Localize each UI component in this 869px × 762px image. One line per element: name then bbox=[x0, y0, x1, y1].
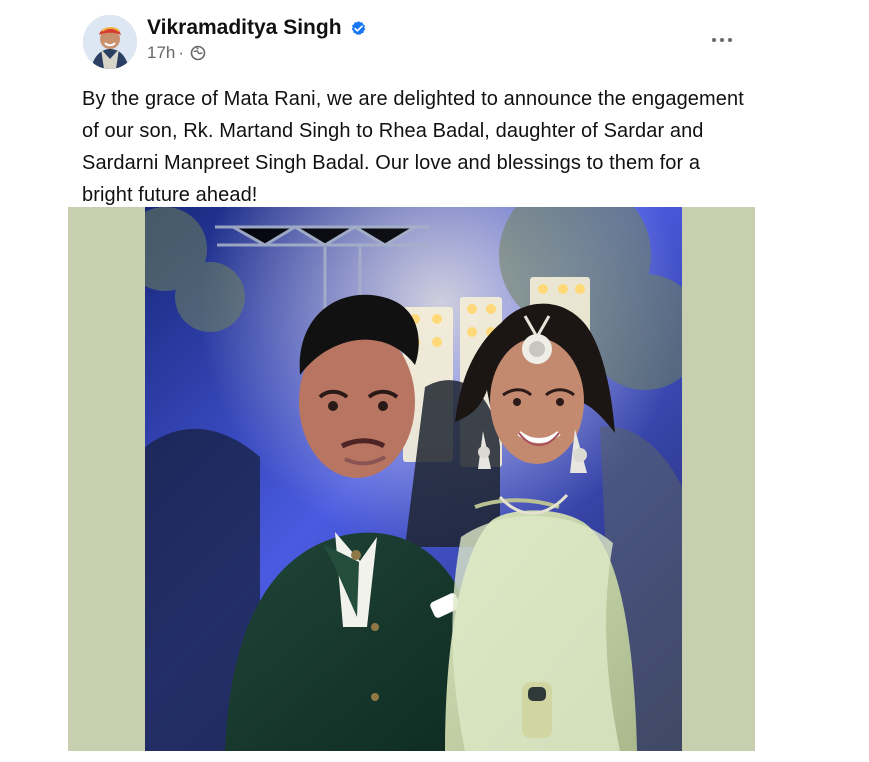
cropped-content-edge bbox=[390, 752, 480, 762]
globe-icon[interactable] bbox=[190, 45, 206, 61]
post-photo-frame[interactable] bbox=[68, 207, 755, 751]
author-line: Vikramaditya Singh bbox=[147, 16, 367, 40]
more-options-button[interactable] bbox=[704, 24, 740, 56]
engagement-photo[interactable] bbox=[145, 207, 682, 751]
author-name[interactable]: Vikramaditya Singh bbox=[147, 16, 342, 40]
meta-separator: · bbox=[178, 43, 185, 62]
post-timestamp[interactable]: 17h bbox=[147, 43, 175, 63]
more-options-icon bbox=[712, 38, 732, 42]
verified-badge-icon bbox=[350, 20, 367, 37]
profile-avatar[interactable] bbox=[83, 15, 137, 69]
post-meta: 17h · bbox=[147, 43, 206, 63]
post-caption: By the grace of Mata Rani, we are deligh… bbox=[82, 88, 744, 206]
facebook-post-page: Vikramaditya Singh 17h · By the grace of… bbox=[0, 0, 869, 762]
post-header: Vikramaditya Singh 17h · bbox=[78, 8, 749, 72]
